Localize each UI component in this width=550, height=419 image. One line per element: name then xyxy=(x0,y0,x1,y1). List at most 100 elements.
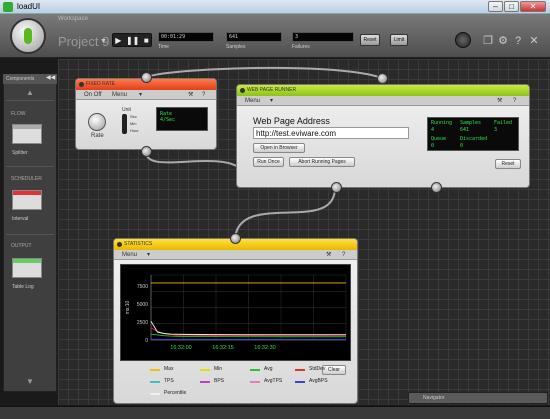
status-led-icon xyxy=(240,88,245,93)
rate-knob[interactable] xyxy=(88,113,106,131)
settings-wrench-icon[interactable]: ⚙ xyxy=(496,34,510,48)
queue-value: 0 xyxy=(431,143,435,149)
status-led-icon xyxy=(79,82,84,87)
output-port[interactable] xyxy=(331,182,342,193)
y-tick-label: 5000 xyxy=(137,302,148,308)
loadui-app-icon xyxy=(3,2,13,12)
rate-display: Rate 4/Sec xyxy=(156,107,208,131)
legend-item-max[interactable]: Max xyxy=(164,366,173,372)
samples-label: Samples xyxy=(460,120,482,126)
sidebar-item-table-log[interactable]: Table Log xyxy=(12,284,34,290)
wrench-icon[interactable]: ⚒ xyxy=(326,250,331,260)
sidebar-item-interval[interactable]: Interval xyxy=(12,216,28,222)
input-port[interactable] xyxy=(377,73,388,84)
fixed-rate-menubar: On Off Menu ▾ ⚒ ? xyxy=(76,90,216,100)
help-icon[interactable]: ? xyxy=(511,34,525,48)
pause-icon[interactable]: ❚❚ xyxy=(126,36,139,45)
legend-swatch[interactable] xyxy=(150,369,160,371)
legend-item-tps[interactable]: TPS xyxy=(164,378,174,384)
legend-item-avg[interactable]: Avg xyxy=(264,366,273,372)
reset-button[interactable]: Reset xyxy=(495,159,521,169)
scroll-down-icon[interactable]: ▼ xyxy=(3,377,57,386)
legend-item-bps[interactable]: BPS xyxy=(214,378,224,384)
close-project-icon[interactable]: ✕ xyxy=(527,34,541,48)
run-once-button[interactable]: Run Once xyxy=(253,157,284,167)
navigator-label: Navigator xyxy=(423,395,445,401)
web-page-runner-panel[interactable]: WEB PAGE RUNNER Menu ▾ ⚒ ? Web Page Addr… xyxy=(236,84,530,188)
discarded-label: Discarded xyxy=(460,136,488,142)
navigator-panel[interactable]: Navigator xyxy=(408,392,548,404)
open-in-browser-button[interactable]: Open in Browser xyxy=(253,143,305,153)
wrench-icon[interactable]: ⚒ xyxy=(188,90,193,100)
web-runner-header[interactable]: WEB PAGE RUNNER xyxy=(237,85,529,96)
menu-dropdown-icon[interactable]: ▾ xyxy=(147,250,150,260)
fixed-rate-menu[interactable]: Menu xyxy=(112,90,127,100)
onoff-toggle[interactable]: On Off xyxy=(84,90,102,100)
legend-item-avgbps[interactable]: AvgBPS xyxy=(309,378,328,384)
legend-item-min[interactable]: Min xyxy=(214,366,222,372)
legend-swatch[interactable] xyxy=(150,381,160,383)
unit-slider[interactable] xyxy=(122,114,127,134)
help-icon[interactable]: ? xyxy=(513,96,516,106)
legend-swatch[interactable] xyxy=(295,381,305,383)
fixed-rate-panel[interactable]: FIXED RATE On Off Menu ▾ ⚒ ? Rate Unit S… xyxy=(75,78,217,150)
abort-running-pages-button[interactable]: Abort Running Pages xyxy=(289,157,355,167)
statistics-menu[interactable]: Menu xyxy=(122,252,137,258)
splitter-thumbnail[interactable] xyxy=(12,124,42,144)
failed-value: 3 xyxy=(494,127,498,133)
play-icon[interactable]: ▶ xyxy=(115,36,121,45)
output-port[interactable] xyxy=(141,146,152,157)
record-knob-icon[interactable] xyxy=(455,32,471,48)
failures-display: 3 xyxy=(292,32,354,42)
legend-swatch[interactable] xyxy=(250,381,260,383)
legend-item-avgtps[interactable]: AvgTPS xyxy=(264,378,282,384)
y-tick-label: 2500 xyxy=(137,320,148,326)
input-port[interactable] xyxy=(230,233,241,244)
transport-controls: ▶ ❚❚ ■ xyxy=(112,33,152,47)
menu-dropdown-icon[interactable]: ▾ xyxy=(270,96,273,106)
minimize-button[interactable]: – xyxy=(488,1,503,12)
legend-swatch[interactable] xyxy=(150,393,160,395)
legend-swatch[interactable] xyxy=(295,369,305,371)
sidebar-section-flow: FLOW xyxy=(11,111,26,117)
scroll-up-icon[interactable]: ▲ xyxy=(3,88,57,97)
legend-swatch[interactable] xyxy=(250,369,260,371)
sidebar-section-output: OUTPUT xyxy=(11,243,32,249)
project-dropdown-icon[interactable]: ▼ xyxy=(100,38,107,45)
output-port[interactable] xyxy=(431,182,442,193)
input-port[interactable] xyxy=(141,72,152,83)
rate-display-value: 4/Sec xyxy=(160,117,176,123)
web-runner-menu[interactable]: Menu xyxy=(245,98,260,104)
status-led-icon xyxy=(117,242,122,247)
sidebar-item-splitter[interactable]: Splitter xyxy=(12,150,28,156)
collapse-sidebar-icon[interactable]: ◀◀ xyxy=(46,74,55,81)
table-log-thumbnail[interactable] xyxy=(12,258,42,278)
clear-button[interactable]: Clear xyxy=(322,365,346,375)
help-icon[interactable]: ? xyxy=(202,90,205,100)
workspace-label[interactable]: Workspace xyxy=(58,16,88,22)
legend-swatch[interactable] xyxy=(200,381,210,383)
reset-button[interactable]: Reset xyxy=(360,34,380,46)
stop-icon[interactable]: ■ xyxy=(144,36,149,45)
close-button[interactable]: ✕ xyxy=(520,1,546,12)
wrench-icon[interactable]: ⚒ xyxy=(497,96,502,106)
maximize-button[interactable]: □ xyxy=(504,1,519,12)
menu-dropdown-icon[interactable]: ▾ xyxy=(139,90,142,100)
web-runner-title: WEB PAGE RUNNER xyxy=(247,87,297,93)
window-controls: – □ ✕ xyxy=(488,1,546,12)
statistics-title: STATISTICS xyxy=(124,241,153,247)
legend-item-stddev[interactable]: StdDev xyxy=(309,366,325,372)
interval-thumbnail[interactable] xyxy=(12,190,42,210)
unit-option-hour[interactable]: Hour xyxy=(130,128,139,133)
url-input[interactable] xyxy=(253,127,409,139)
copy-icon[interactable]: ❐ xyxy=(481,34,495,48)
help-icon[interactable]: ? xyxy=(342,250,345,260)
statistics-menubar: Menu ▾ ⚒ ? xyxy=(114,250,357,260)
legend-swatch[interactable] xyxy=(200,369,210,371)
limit-button[interactable]: Limit xyxy=(390,34,408,46)
legend-item-percentile[interactable]: Percentile xyxy=(164,390,186,396)
samples-label: Samples xyxy=(226,44,246,50)
window-titlebar: loadUI – □ ✕ xyxy=(0,0,550,14)
unit-option-sec[interactable]: Sec xyxy=(130,114,137,119)
unit-option-min[interactable]: Min xyxy=(130,121,136,126)
